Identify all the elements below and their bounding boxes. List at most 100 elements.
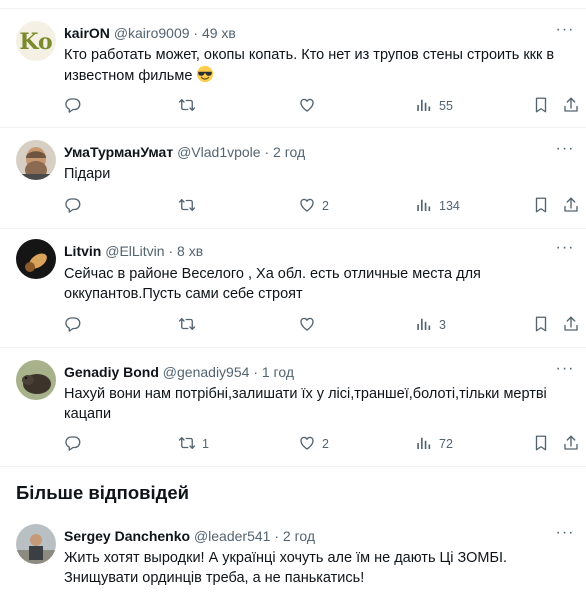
reply-button[interactable] — [64, 196, 88, 216]
repost-icon — [178, 315, 196, 333]
tweet-header: Sergey Danchenko @leader541 · 2 год — [64, 526, 315, 546]
svg-text:Ko: Ko — [19, 29, 52, 55]
avatar[interactable] — [16, 524, 56, 564]
more-icon[interactable]: ··· — [554, 240, 576, 261]
share-button[interactable] — [562, 96, 580, 116]
reply-icon — [64, 96, 82, 114]
avatar[interactable] — [16, 360, 56, 400]
like-icon — [298, 96, 316, 114]
timestamp[interactable]: 2 год — [273, 144, 305, 160]
reply-icon — [64, 434, 82, 452]
views-button[interactable]: 3 — [415, 315, 446, 335]
reply-button[interactable] — [64, 434, 88, 454]
reply-tweet[interactable]: Ko kairON @kairo9009 · 49 хв ··· Кто раб… — [0, 9, 586, 128]
replies-feed: Ko kairON @kairo9009 · 49 хв ··· Кто раб… — [0, 0, 586, 600]
reply-tweet[interactable]: Sergey Danchenko @leader541 · 2 год ··· … — [0, 514, 586, 600]
views-count: 72 — [439, 437, 453, 451]
bookmark-icon — [532, 315, 550, 333]
tweet-text-content: Кто работать может, окопы копать. Кто не… — [64, 47, 555, 84]
author-handle[interactable]: @kairo9009 — [114, 25, 190, 41]
views-count: 3 — [439, 318, 446, 332]
more-icon[interactable]: ··· — [554, 22, 576, 43]
share-button[interactable] — [562, 315, 580, 335]
reply-button[interactable] — [64, 315, 88, 335]
share-icon — [562, 196, 580, 214]
more-icon[interactable]: ··· — [554, 141, 576, 162]
reply-button[interactable] — [64, 96, 88, 116]
views-icon — [415, 315, 433, 333]
avatar[interactable]: Ko — [16, 21, 56, 61]
reply-icon — [64, 315, 82, 333]
divider — [0, 466, 586, 467]
reply-icon — [64, 196, 82, 214]
timestamp[interactable]: 49 хв — [202, 25, 236, 41]
author-handle[interactable]: @genadiy954 — [163, 364, 250, 380]
like-button[interactable]: 2 — [298, 196, 329, 216]
tweet-text: Нахуй вони нам потрібні,залишати їх у лі… — [64, 386, 547, 422]
views-icon — [415, 434, 433, 452]
author-handle[interactable]: @leader541 — [194, 528, 271, 544]
views-button[interactable]: 55 — [415, 96, 453, 116]
tweet-text: Сейчас в районе Веселого , Ха обл. есть … — [64, 266, 481, 302]
author-name[interactable]: kairON — [64, 25, 110, 41]
author-name[interactable]: Sergey Danchenko — [64, 528, 190, 544]
reply-tweet[interactable]: Litvin @ElLitvin · 8 хв ··· Сейчас в рай… — [0, 229, 586, 348]
views-count: 134 — [439, 199, 460, 213]
avatar[interactable] — [16, 140, 56, 180]
author-handle[interactable]: @Vlad1vpole — [177, 144, 261, 160]
like-count: 2 — [322, 437, 329, 451]
repost-count: 1 — [202, 437, 209, 451]
author-name[interactable]: УмаТурманУмат — [64, 144, 173, 160]
like-count: 2 — [322, 199, 329, 213]
bookmark-button[interactable] — [532, 96, 550, 116]
repost-button[interactable] — [178, 196, 202, 216]
like-button[interactable]: 2 — [298, 434, 329, 454]
bookmark-icon — [532, 196, 550, 214]
tweet-text: Кто работать может, окопы копать. Кто не… — [64, 45, 574, 86]
views-button[interactable]: 72 — [415, 434, 453, 454]
timestamp[interactable]: 1 год — [262, 364, 294, 380]
repost-button[interactable] — [178, 96, 202, 116]
like-icon — [298, 434, 316, 452]
tweet-header: Genadiy Bond @genadiy954 · 1 год — [64, 362, 294, 382]
share-button[interactable] — [562, 434, 580, 454]
views-button[interactable]: 134 — [415, 196, 460, 216]
timestamp[interactable]: 8 хв — [177, 243, 203, 259]
bookmark-button[interactable] — [532, 434, 550, 454]
separator-dot: · — [193, 25, 199, 41]
author-name[interactable]: Genadiy Bond — [64, 364, 159, 380]
share-button[interactable] — [562, 196, 580, 216]
timestamp[interactable]: 2 год — [283, 528, 315, 544]
separator-dot: · — [168, 243, 174, 259]
views-icon — [415, 96, 433, 114]
tweet-header: УмаТурманУмат @Vlad1vpole · 2 год — [64, 142, 305, 162]
share-icon — [562, 434, 580, 452]
author-handle[interactable]: @ElLitvin — [105, 243, 164, 259]
repost-icon — [178, 96, 196, 114]
more-icon[interactable]: ··· — [554, 361, 576, 382]
tweet-text: Підари — [64, 166, 111, 182]
views-icon — [415, 196, 433, 214]
avatar[interactable] — [16, 239, 56, 279]
author-name[interactable]: Litvin — [64, 243, 101, 259]
reply-tweet[interactable]: Genadiy Bond @genadiy954 · 1 год ··· Нах… — [0, 348, 586, 466]
reply-tweet[interactable]: УмаТурманУмат @Vlad1vpole · 2 год ··· Пі… — [0, 128, 586, 229]
repost-icon — [178, 434, 196, 452]
like-button[interactable] — [298, 315, 322, 335]
bookmark-icon — [532, 96, 550, 114]
bookmark-button[interactable] — [532, 196, 550, 216]
tweet-header: kairON @kairo9009 · 49 хв — [64, 23, 236, 43]
like-button[interactable] — [298, 96, 322, 116]
separator-dot: · — [274, 528, 280, 544]
smiling-face-with-sunglasses-icon — [197, 65, 214, 83]
bookmark-icon — [532, 434, 550, 452]
tweet-actions: 55 — [64, 96, 576, 116]
repost-button[interactable] — [178, 315, 202, 335]
separator-dot: · — [253, 364, 258, 380]
tweet-text: Жить хотят выродки! А українці хочуть ал… — [64, 550, 508, 586]
bookmark-button[interactable] — [532, 315, 550, 335]
share-icon — [562, 96, 580, 114]
tweet-actions: 2 134 — [64, 196, 576, 216]
more-icon[interactable]: ··· — [554, 525, 576, 546]
repost-button[interactable]: 1 — [178, 434, 209, 454]
